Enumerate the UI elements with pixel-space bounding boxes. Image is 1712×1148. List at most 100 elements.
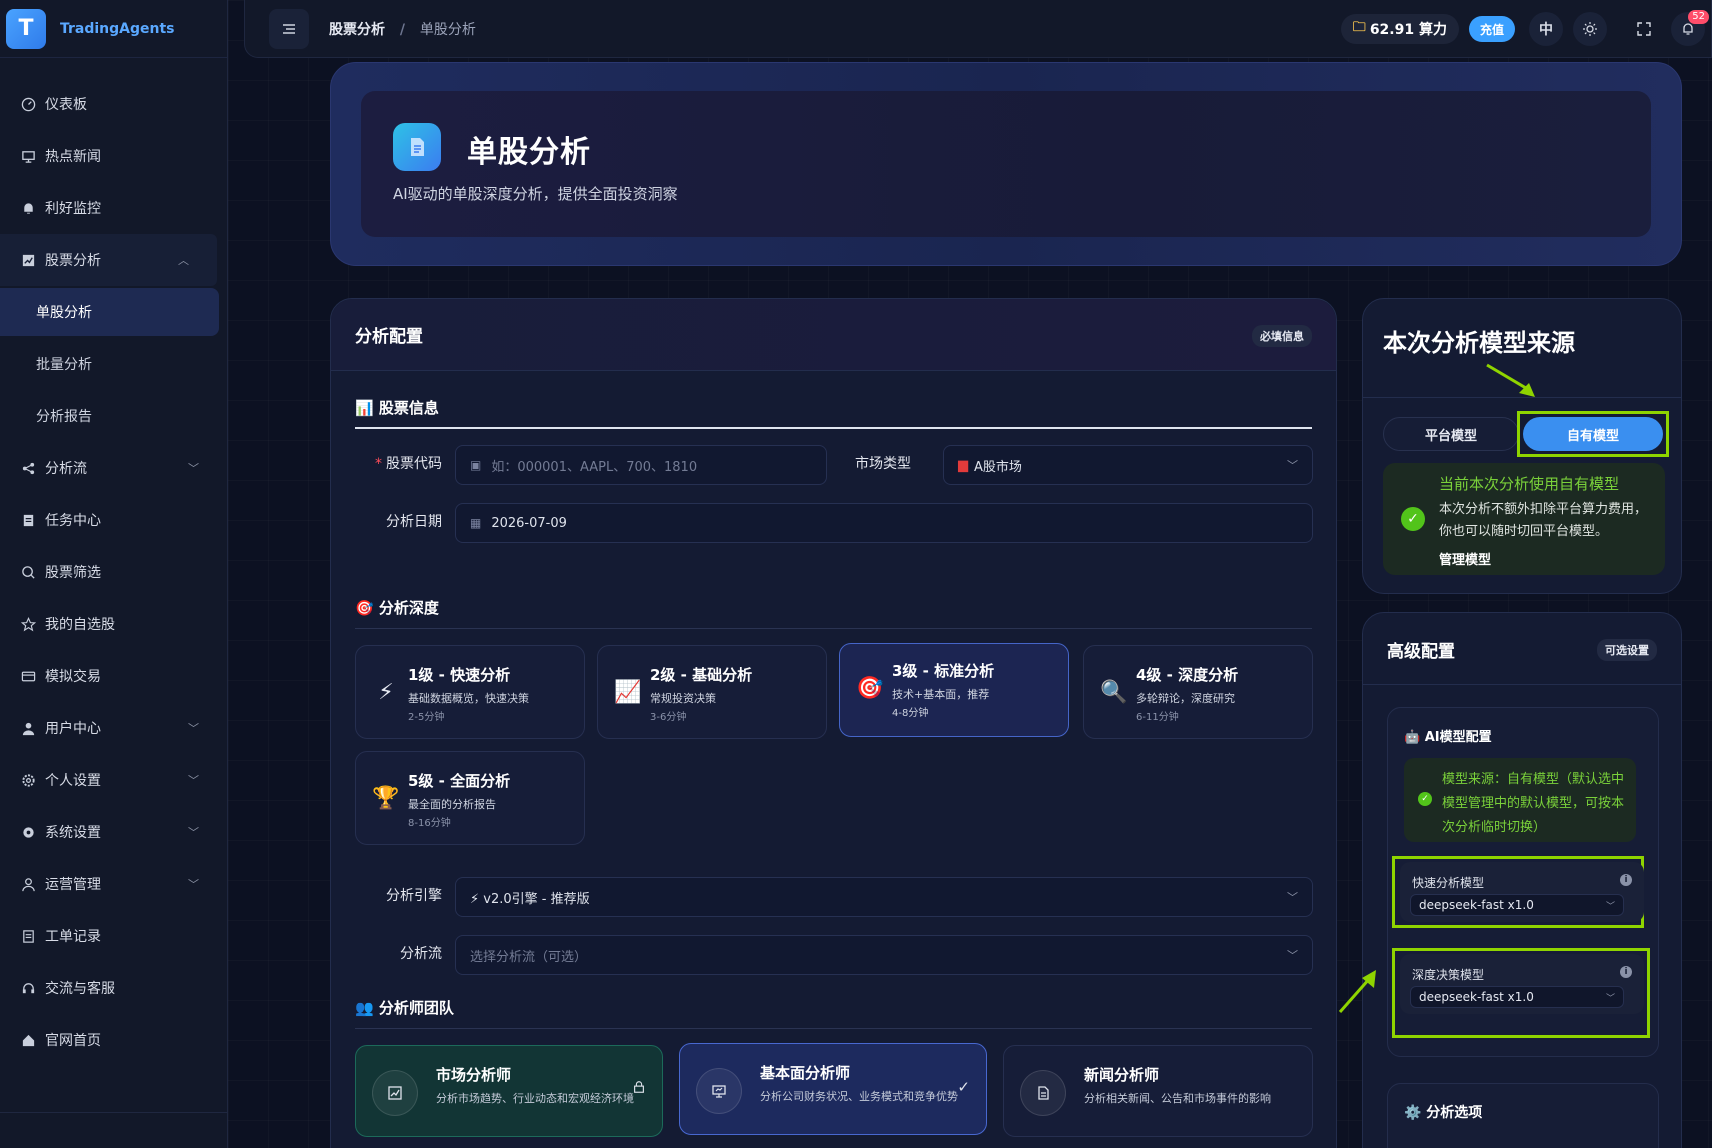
china-flag-icon: ▆ [958, 457, 968, 473]
sidebar-item-label: 运营管理 [45, 877, 101, 893]
sidebar-item-screener[interactable]: 股票筛选 [0, 546, 227, 598]
analyst-fundamental[interactable]: 基本面分析师 分析公司财务状况、业务模式和竞争优势 ✓ [679, 1043, 987, 1135]
sidebar-item-label: 任务中心 [45, 513, 101, 529]
info-title: 当前本次分析使用自有模型 [1439, 475, 1620, 493]
line-chart-icon [372, 1070, 418, 1116]
sidebar-item-label: 分析流 [45, 461, 87, 477]
ai-model-config: 🤖 AI模型配置 ✓ 模型来源：自有模型（默认选中模型管理中的默认模型，可按本次… [1387, 707, 1659, 1057]
market-type-value: A股市场 [974, 459, 1022, 475]
level-time: 2-5分钟 [408, 712, 445, 723]
deep-model-select[interactable]: deepseek-fast x1.0 ﹀ [1410, 986, 1624, 1008]
info-icon[interactable]: i [1620, 874, 1632, 886]
model-source-text: 模型来源：自有模型（默认选中模型管理中的默认模型，可按本次分析临时切换） [1442, 772, 1625, 835]
sidebar-item-batch-analysis[interactable]: 批量分析 [0, 338, 227, 390]
check-circle-icon: ✓ [1418, 792, 1432, 806]
chevron-down-icon: ﹀ [1287, 949, 1298, 962]
sidebar-item-tasks[interactable]: 任务中心 [0, 494, 227, 546]
card-title: 分析配置 [355, 327, 423, 347]
stock-code-input[interactable]: ▣ 如：000001、AAPL、700、1810 [455, 445, 827, 485]
chevron-down-icon: ﹀ [188, 826, 199, 839]
analysis-date-input[interactable]: ▦ 2026-07-09 [455, 503, 1313, 543]
trend-chart-icon: 📈 [614, 680, 642, 705]
analyst-news[interactable]: 新闻分析师 分析相关新闻、公告和市场事件的影响 [1003, 1045, 1313, 1137]
sidebar-item-tickets[interactable]: 工单记录 [0, 910, 227, 962]
depth-level-4[interactable]: 🔍 4级 - 深度分析 多轮辩论，深度研究 6-11分钟 [1083, 645, 1313, 739]
notification-badge: 52 [1688, 10, 1709, 24]
card-header: 高级配置 可选设置 [1363, 613, 1681, 685]
lock-icon [632, 1080, 646, 1098]
credits-value: 62.91 算力 [1369, 22, 1447, 38]
depth-level-1[interactable]: ⚡ 1级 - 快速分析 基础数据概览，快速决策 2-5分钟 [355, 645, 585, 739]
chart-icon [20, 252, 36, 268]
deep-model-field: 深度决策模型 i deepseek-fast x1.0 ﹀ [1400, 954, 1644, 1014]
credits-display[interactable]: 🗀 62.91 算力 [1340, 14, 1459, 44]
sidebar-item-home[interactable]: 官网首页 [0, 1014, 227, 1066]
depth-level-3[interactable]: 🎯 3级 - 标准分析 技术+基本面，推荐 4-8分钟 [839, 643, 1069, 737]
info-text: 本次分析不额外扣除平台算力费用，你也可以随时切回平台模型。 [1439, 502, 1648, 539]
breadcrumb-root[interactable]: 股票分析 [329, 22, 385, 38]
platform-model-tab[interactable]: 平台模型 [1383, 417, 1519, 451]
sidebar-item-support[interactable]: 交流与客服 [0, 962, 227, 1014]
sidebar-item-alerts[interactable]: 利好监控 [0, 182, 227, 234]
depth-level-2[interactable]: 📈 2级 - 基础分析 常规投资决策 3-6分钟 [597, 645, 827, 739]
sidebar-item-personal-settings[interactable]: 个人设置 ﹀ [0, 754, 227, 806]
sidebar-item-label: 仪表板 [45, 97, 87, 113]
brand-name: TradingAgents [60, 20, 175, 37]
info-icon[interactable]: i [1620, 966, 1632, 978]
stock-code-label: * 股票代码 [375, 456, 442, 472]
chevron-down-icon: ﹀ [188, 722, 199, 735]
engine-label: 分析引擎 [386, 888, 442, 904]
notifications-button[interactable]: 52 [1671, 10, 1709, 46]
user-icon [20, 720, 36, 736]
bell-icon [20, 200, 36, 216]
engine-value: ⚡ v2.0引擎 - 推荐版 [470, 891, 590, 907]
page-subtitle: AI驱动的单股深度分析，提供全面投资洞察 [393, 185, 678, 203]
market-type-select[interactable]: ▆ A股市场 ﹀ [943, 445, 1313, 485]
sidebar-item-label: 股票筛选 [45, 565, 101, 581]
depth-level-5[interactable]: 🏆 5级 - 全面分析 最全面的分析报告 8-16分钟 [355, 751, 585, 845]
language-button[interactable]: 中 [1529, 12, 1563, 46]
engine-select[interactable]: ⚡ v2.0引擎 - 推荐版 ﹀ [455, 877, 1313, 917]
fast-model-select[interactable]: deepseek-fast x1.0 ﹀ [1410, 894, 1624, 916]
news-icon [20, 148, 36, 164]
sidebar-item-dashboard[interactable]: 仪表板 [0, 78, 227, 130]
sidebar-item-watchlist[interactable]: 我的自选股 [0, 598, 227, 650]
fullscreen-button[interactable] [1627, 12, 1661, 46]
presentation-icon [696, 1068, 742, 1114]
level-title: 1级 - 快速分析 [408, 666, 511, 684]
level-time: 6-11分钟 [1136, 712, 1179, 723]
brand[interactable]: T TradingAgents [0, 0, 227, 58]
card-header: 分析配置 必填信息 [331, 299, 1336, 371]
sidebar-item-flow[interactable]: 分析流 ﹀ [0, 442, 227, 494]
theme-toggle-button[interactable] [1573, 12, 1607, 46]
headset-icon [20, 980, 36, 996]
breadcrumb: 股票分析 / 单股分析 [329, 19, 476, 39]
recharge-button[interactable]: 充值 [1468, 16, 1515, 42]
sidebar-item-user-center[interactable]: 用户中心 ﹀ [0, 702, 227, 754]
sidebar-item-reports[interactable]: 分析报告 [0, 390, 227, 442]
sidebar-item-label: 个人设置 [45, 773, 101, 789]
analysis-date-label: 分析日期 [386, 514, 442, 530]
manage-models-link[interactable]: 管理模型 [1439, 549, 1491, 568]
analyst-title: 市场分析师 [436, 1066, 512, 1084]
level-title: 2级 - 基础分析 [650, 666, 753, 684]
fast-model-value: deepseek-fast x1.0 [1419, 898, 1534, 912]
sidebar-item-sim-trade[interactable]: 模拟交易 [0, 650, 227, 702]
share-icon [20, 460, 36, 476]
sidebar-item-single-analysis[interactable]: 单股分析 [0, 288, 219, 336]
sidebar-item-label: 用户中心 [45, 721, 101, 737]
level-desc: 常规投资决策 [650, 692, 716, 705]
level-desc: 基础数据概览，快速决策 [408, 692, 529, 705]
own-model-tab[interactable]: 自有模型 [1523, 417, 1663, 451]
flow-select[interactable]: 选择分析流（可选） ﹀ [455, 935, 1313, 975]
stock-code-placeholder: 如：000001、AAPL、700、1810 [491, 459, 698, 475]
sidebar-item-news[interactable]: 热点新闻 [0, 130, 227, 182]
sidebar-item-operations[interactable]: 运营管理 ﹀ [0, 858, 227, 910]
sidebar-item-stock-analysis[interactable]: 股票分析 ︿ [0, 234, 217, 286]
analyst-market[interactable]: 市场分析师 分析市场趋势、行业动态和宏观经济环境 [355, 1045, 663, 1137]
analyst-desc: 分析公司财务状况、业务模式和竞争优势 [760, 1090, 958, 1103]
clipboard-icon [20, 512, 36, 528]
card-icon [20, 668, 36, 684]
menu-toggle-button[interactable] [269, 8, 309, 49]
sidebar-item-system-settings[interactable]: 系统设置 ﹀ [0, 806, 227, 858]
